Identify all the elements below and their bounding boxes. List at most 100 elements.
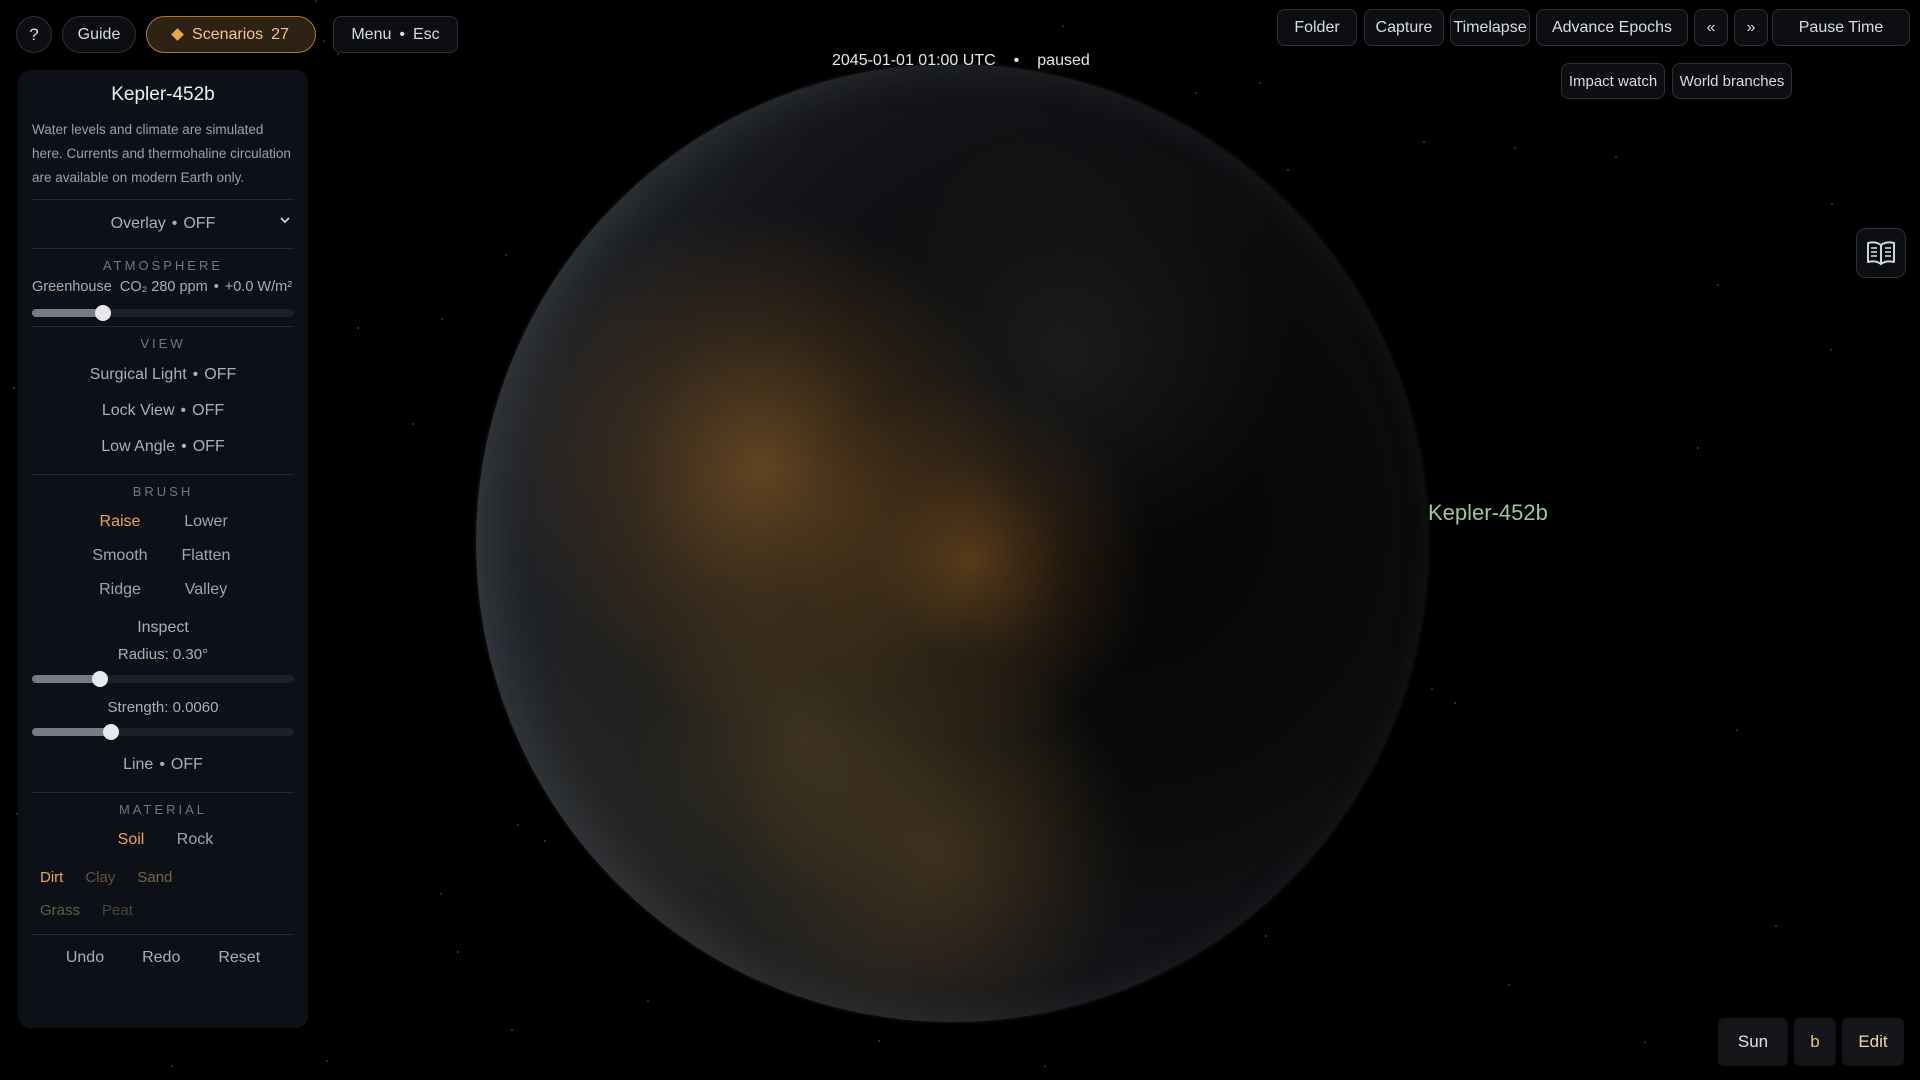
star — [323, 40, 325, 42]
lock-view-toggle[interactable]: Lock View • OFF — [32, 393, 294, 429]
undo-button[interactable]: Undo — [66, 949, 104, 967]
guide-book-button[interactable] — [1856, 228, 1906, 278]
divider — [32, 934, 294, 935]
slider-fill — [32, 728, 111, 736]
material-clay[interactable]: Clay — [85, 869, 115, 886]
material-heading: MATERIAL — [118, 802, 208, 817]
advance-epochs-button[interactable]: Advance Epochs — [1536, 9, 1688, 46]
timelapse-button[interactable]: Timelapse — [1450, 9, 1530, 46]
menu-label: Menu — [351, 25, 392, 43]
material-sand[interactable]: Sand — [137, 869, 172, 886]
strength-slider[interactable] — [32, 724, 294, 740]
sun-button[interactable]: Sun — [1718, 1018, 1788, 1066]
slider-fill — [32, 309, 103, 317]
star — [647, 1000, 649, 1002]
star — [326, 1060, 328, 1062]
star — [1062, 25, 1064, 27]
separator: • — [171, 215, 178, 232]
brush-smooth[interactable]: Smooth — [77, 539, 163, 573]
slider-handle[interactable] — [102, 724, 119, 740]
greenhouse-slider[interactable] — [32, 305, 294, 321]
star — [171, 1065, 173, 1067]
material-rock[interactable]: Rock — [163, 823, 227, 857]
brush-ridge[interactable]: Ridge — [77, 573, 163, 607]
separator: • — [213, 279, 219, 295]
star — [1514, 147, 1516, 149]
star — [1644, 1041, 1646, 1043]
world-branches-button[interactable]: World branches — [1672, 63, 1792, 99]
star — [1697, 447, 1699, 449]
low-angle-toggle[interactable]: Low Angle • OFF — [32, 429, 294, 465]
radius-slider[interactable] — [32, 671, 294, 687]
material-soil[interactable]: Soil — [99, 823, 163, 857]
co2-value: CO₂ 280 ppm — [119, 279, 208, 295]
planet-globe[interactable] — [476, 64, 1428, 1022]
star — [357, 327, 359, 329]
help-button[interactable]: ? — [16, 16, 52, 53]
b-button[interactable]: b — [1794, 1018, 1836, 1066]
surgical-light-toggle[interactable]: Surgical Light • OFF — [32, 357, 294, 393]
capture-button[interactable]: Capture — [1364, 9, 1444, 46]
greenhouse-label: Greenhouse — [32, 279, 112, 295]
slider-handle[interactable] — [94, 305, 111, 321]
reset-button[interactable]: Reset — [218, 949, 260, 967]
radius-label: Radius: 0.30° — [117, 646, 209, 663]
star — [1259, 82, 1261, 84]
star — [505, 254, 507, 256]
star — [412, 423, 414, 425]
brush-lower[interactable]: Lower — [163, 505, 249, 539]
star — [1736, 729, 1738, 731]
star — [441, 318, 443, 320]
pause-time-button[interactable]: Pause Time — [1772, 9, 1910, 46]
slider-fill — [32, 675, 101, 683]
soil-types-2: Grass Peat — [32, 896, 294, 925]
open-book-icon — [1867, 241, 1895, 265]
edit-button[interactable]: Edit — [1842, 1018, 1904, 1066]
brush-raise[interactable]: Raise — [77, 505, 163, 539]
chevron-down-icon — [280, 217, 290, 224]
brush-valley[interactable]: Valley — [163, 573, 249, 607]
separator: • — [1013, 52, 1020, 69]
step-back-button[interactable]: « — [1694, 9, 1728, 46]
star — [544, 840, 546, 842]
guide-button[interactable]: Guide — [62, 16, 136, 53]
menu-shortcut: Esc — [412, 25, 440, 43]
lock-view-value: OFF — [192, 402, 225, 419]
atmosphere-heading: ATMOSPHERE — [102, 258, 224, 273]
overlay-label: Overlay — [110, 215, 166, 232]
brush-heading: BRUSH — [132, 484, 194, 499]
star — [1831, 203, 1833, 205]
star — [1717, 284, 1719, 286]
star — [13, 387, 15, 389]
divider — [32, 199, 294, 200]
star — [1287, 169, 1289, 171]
date-time: 2045-01-01 01:00 UTC — [832, 52, 996, 69]
folder-button[interactable]: Folder — [1277, 9, 1357, 46]
star — [1454, 702, 1456, 704]
surgical-light-label: Surgical Light — [89, 366, 187, 383]
star — [1830, 349, 1832, 351]
separator: • — [192, 366, 199, 383]
slider-handle[interactable] — [92, 671, 109, 687]
diamond-icon — [171, 28, 184, 41]
step-forward-button[interactable]: » — [1734, 9, 1768, 46]
panel-title: Kepler-452b — [111, 84, 215, 105]
star — [511, 1029, 513, 1031]
inspect-button[interactable]: Inspect — [32, 607, 294, 646]
star — [517, 824, 519, 826]
overlay-toggle[interactable]: Overlay • OFF — [32, 209, 294, 239]
redo-button[interactable]: Redo — [142, 949, 180, 967]
menu-button[interactable]: Menu • Esc — [333, 16, 458, 53]
material-dirt[interactable]: Dirt — [40, 869, 63, 886]
brush-flatten[interactable]: Flatten — [163, 539, 249, 573]
impact-watch-button[interactable]: Impact watch — [1561, 63, 1665, 99]
line-toggle[interactable]: Line • OFF — [32, 744, 294, 783]
material-peat[interactable]: Peat — [102, 902, 133, 919]
view-heading: VIEW — [140, 336, 186, 351]
separator: • — [180, 402, 187, 419]
star — [315, 0, 317, 2]
material-grass[interactable]: Grass — [40, 902, 80, 919]
scenarios-button[interactable]: Scenarios 27 — [146, 16, 316, 53]
material-groups: Soil Rock — [32, 823, 294, 857]
star — [1775, 925, 1777, 927]
